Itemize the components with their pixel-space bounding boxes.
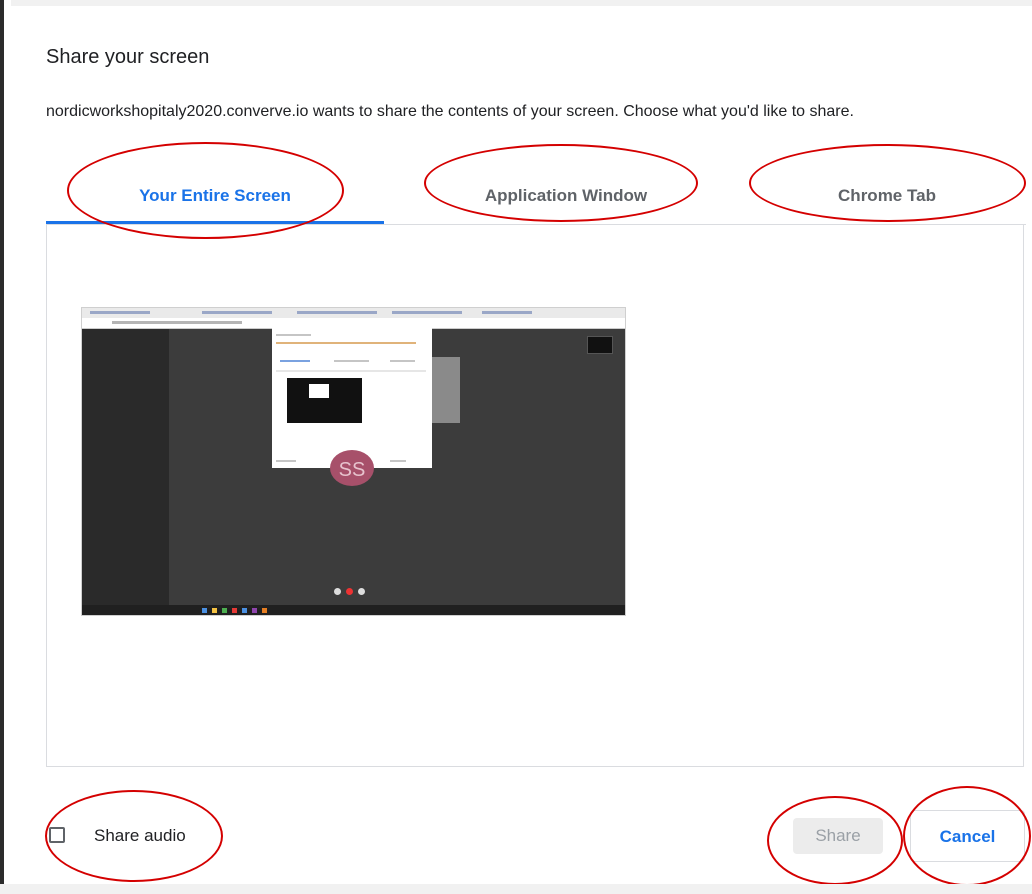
thumbnail-control-icon — [334, 588, 341, 595]
window-left-edge — [0, 0, 11, 894]
thumbnail-hangup-icon — [346, 588, 353, 595]
window-top-edge — [4, 0, 1032, 6]
dialog-title: Share your screen — [46, 46, 210, 68]
share-button[interactable]: Share — [793, 818, 883, 854]
thumbnail-sidebar — [82, 329, 169, 607]
thumbnail-gray-window — [432, 357, 460, 423]
share-audio-checkbox[interactable] — [49, 827, 65, 843]
share-audio-label: Share audio — [94, 826, 186, 845]
thumbnail-camera-tile — [587, 336, 613, 354]
thumbnail-mini-preview — [287, 378, 362, 423]
thumbnail-control-icon — [358, 588, 365, 595]
tab-entire-screen[interactable]: Your Entire Screen — [46, 170, 384, 224]
thumbnail-avatar: SS — [330, 450, 374, 486]
entire-screen-thumbnail[interactable]: SS — [81, 307, 626, 616]
dialog-description: nordicworkshopitaly2020.converve.io want… — [46, 103, 854, 120]
thumbnail-browser-tabs — [82, 308, 625, 318]
thumbnail-taskbar — [82, 605, 625, 615]
window-bottom-edge — [0, 884, 1032, 894]
tab-application-window[interactable]: Application Window — [384, 170, 748, 222]
source-tabs: Your Entire Screen Application Window Ch… — [46, 170, 1026, 225]
cancel-button[interactable]: Cancel — [910, 810, 1025, 862]
tab-chrome-tab[interactable]: Chrome Tab — [748, 170, 1026, 222]
